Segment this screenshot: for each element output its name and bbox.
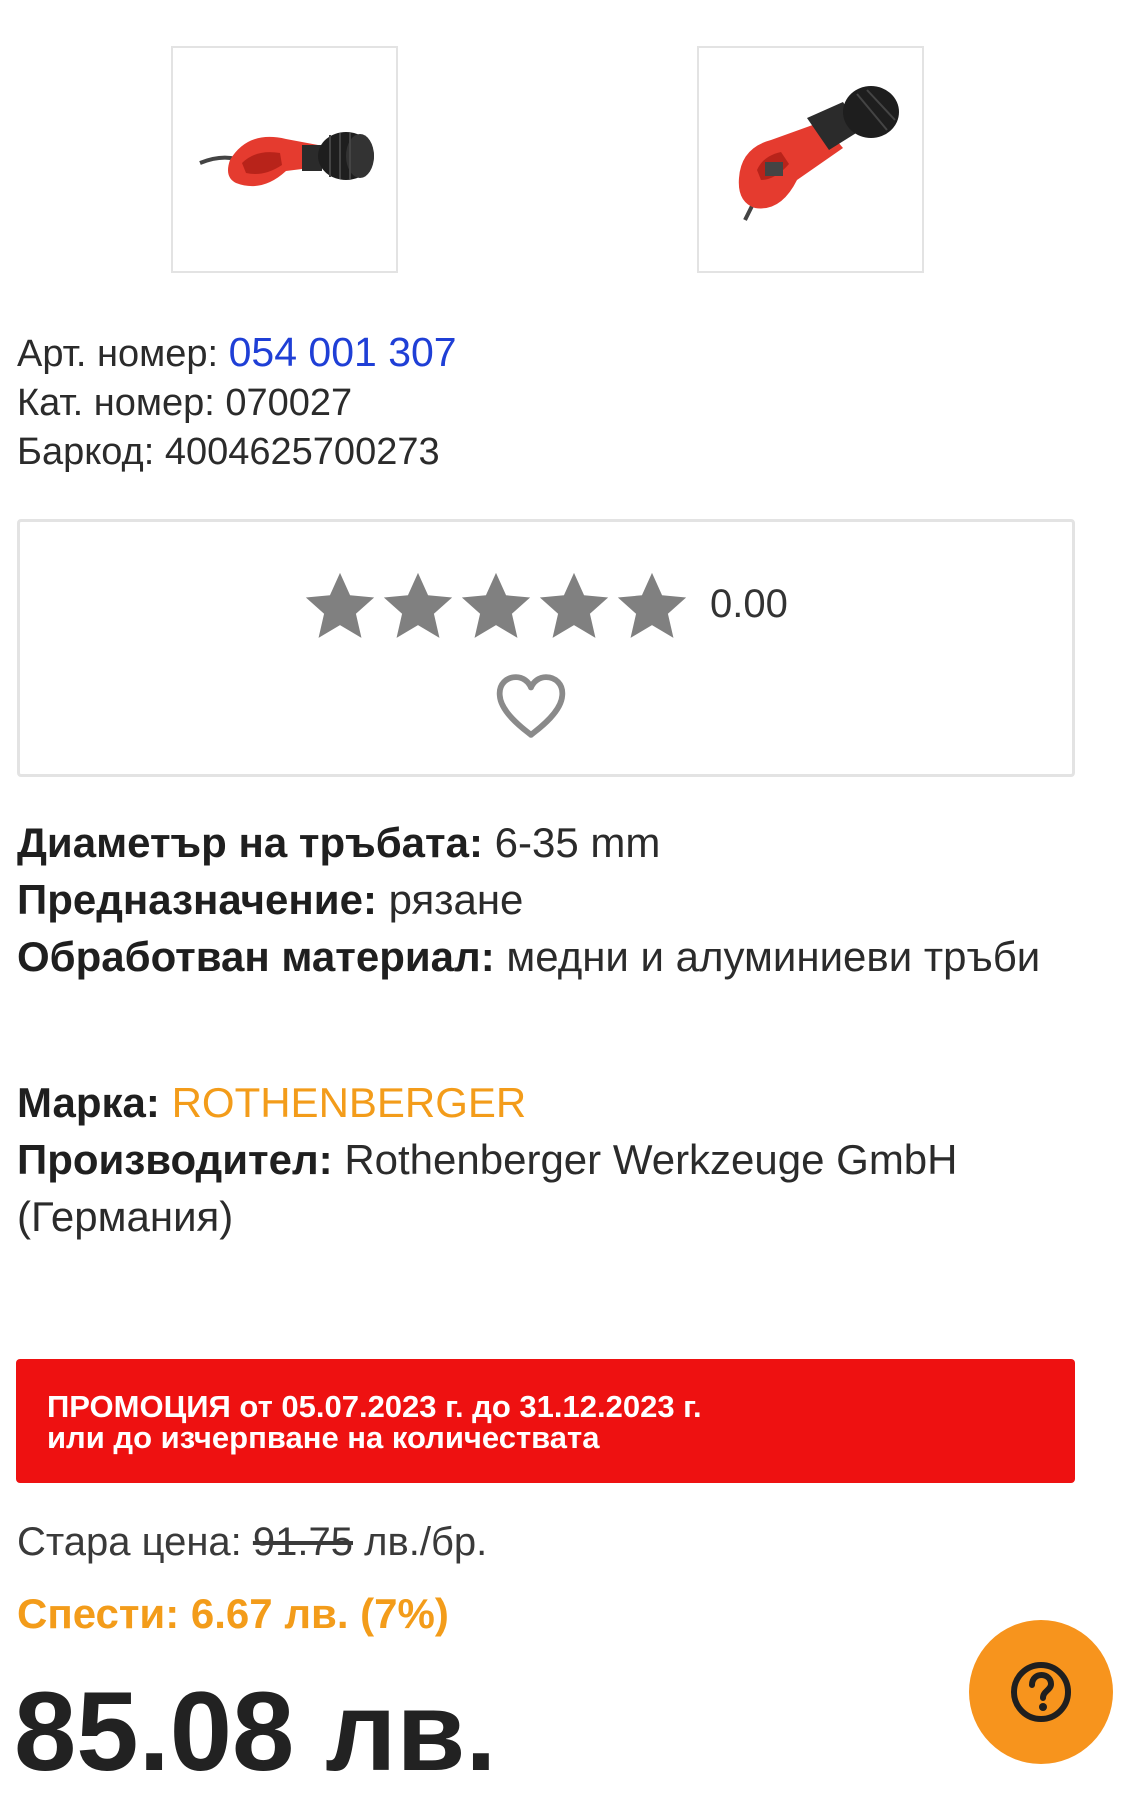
star-icon[interactable] [457, 567, 535, 645]
spec-row-purpose: Предназначение: рязане [17, 871, 1067, 928]
promo-condition: или до изчерпване на количествата [47, 1420, 600, 1455]
cat-number-value: 070027 [225, 382, 353, 424]
rating-panel: 0.00 [17, 519, 1075, 777]
promo-dates: ПРОМОЦИЯ от 05.07.2023 г. до 31.12.2023 … [47, 1389, 702, 1424]
barcode-row: Баркод: 4004625700273 [17, 428, 457, 477]
product-codes: Арт. номер: 054 001 307 Кат. номер: 0700… [17, 328, 457, 477]
spec-value: рязане [388, 876, 524, 923]
rating-stars[interactable] [301, 566, 691, 646]
promotion-banner: ПРОМОЦИЯ от 05.07.2023 г. до 31.12.2023 … [16, 1359, 1075, 1483]
pipe-cutter-image-angle [738, 85, 899, 221]
old-price-unit: лв./бр. [364, 1520, 488, 1564]
savings-text: Спести: 6.67 лв. (7%) [17, 1590, 449, 1637]
cat-number-label: Кат. номер: [17, 382, 215, 424]
cat-number-row: Кат. номер: 070027 [17, 379, 457, 428]
product-specs: Диаметър на тръбата: 6-35 mm Предназначе… [17, 814, 1067, 985]
spec-label: Диаметър на тръбата: [17, 819, 483, 866]
brand-label: Марка: [17, 1079, 160, 1126]
old-price-label: Стара цена: [17, 1520, 242, 1564]
manufacturer-row: Производител: Rothenberger Werkzeuge Gmb… [17, 1131, 1067, 1245]
pipe-cutter-image [198, 131, 374, 186]
spec-row-diameter: Диаметър на тръбата: 6-35 mm [17, 814, 1067, 871]
spec-label: Предназначение: [17, 876, 377, 923]
heart-outline-icon[interactable] [494, 672, 568, 740]
current-price: 85.08 лв. [14, 1669, 497, 1794]
star-icon[interactable] [379, 567, 457, 645]
product-thumbnail-1[interactable] [171, 46, 398, 273]
product-thumbnail-2[interactable] [697, 46, 924, 273]
brand-info: Марка: ROTHENBERGER Производител: Rothen… [17, 1074, 1067, 1245]
spec-value: медни и алуминиеви тръби [506, 933, 1041, 980]
manufacturer-label: Производител: [17, 1136, 333, 1183]
old-price-value: 91.75 [252, 1520, 353, 1564]
art-number-label: Арт. номер: [17, 333, 219, 375]
rating-value: 0.00 [710, 582, 788, 626]
art-number-row: Арт. номер: 054 001 307 [17, 328, 457, 379]
spec-row-material: Обработван материал: медни и алуминиеви … [17, 928, 1067, 985]
spec-value: 6-35 mm [494, 819, 661, 866]
brand-row: Марка: ROTHENBERGER [17, 1074, 1067, 1131]
star-icon[interactable] [535, 567, 613, 645]
help-button[interactable] [969, 1620, 1113, 1764]
star-icon[interactable] [301, 567, 379, 645]
barcode-label: Баркод: [17, 431, 155, 473]
question-circle-icon [1011, 1662, 1071, 1722]
old-price: Стара цена: 91.75 лв./бр. [17, 1520, 487, 1565]
art-number-link[interactable]: 054 001 307 [229, 329, 457, 375]
star-icon[interactable] [613, 567, 691, 645]
spec-label: Обработван материал: [17, 933, 495, 980]
barcode-value: 4004625700273 [164, 431, 440, 473]
brand-link[interactable]: ROTHENBERGER [172, 1079, 527, 1126]
